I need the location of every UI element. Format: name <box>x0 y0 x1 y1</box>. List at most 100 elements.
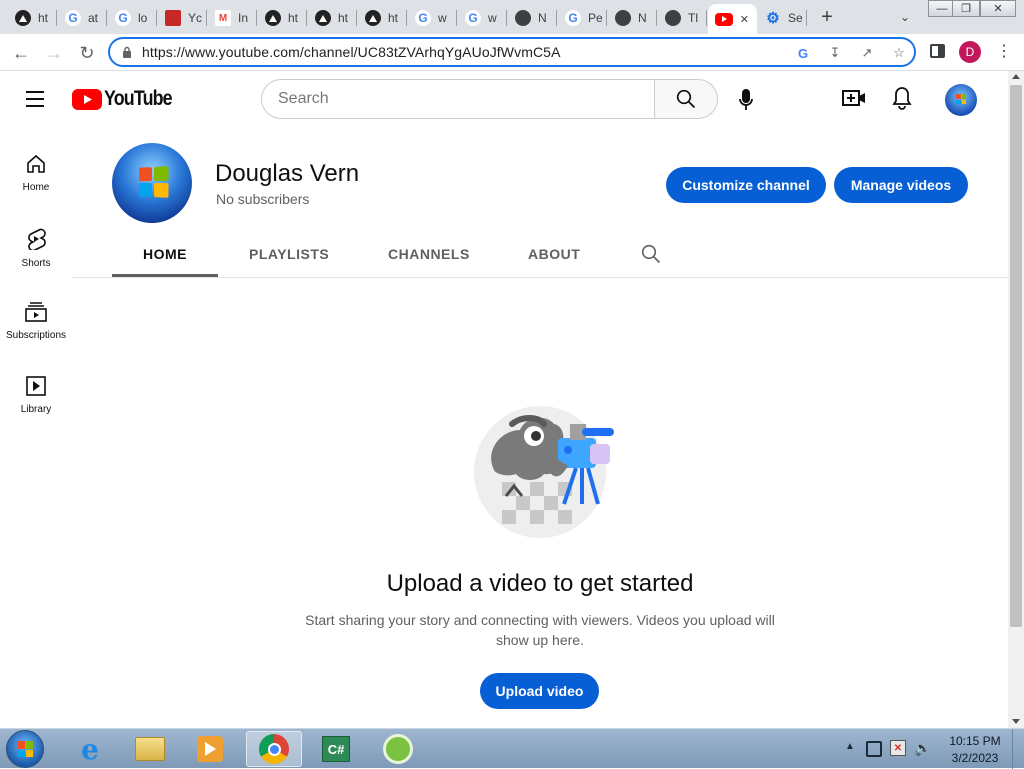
browser-tab[interactable]: N <box>508 4 557 32</box>
address-bar[interactable]: https://www.youtube.com/channel/UC83tZVA… <box>108 37 916 67</box>
volume-icon[interactable]: 🔈 <box>914 740 931 757</box>
browser-tab-title: lo <box>138 11 148 25</box>
windows-logo-icon <box>17 741 33 757</box>
green-app-icon <box>383 734 413 764</box>
browser-tab-title: N <box>638 11 647 25</box>
taskbar-file-explorer[interactable] <box>122 731 178 767</box>
voice-search-button[interactable] <box>730 84 762 116</box>
scroll-down-arrow-icon[interactable] <box>1012 719 1020 724</box>
reload-button[interactable]: ↻ <box>74 40 100 66</box>
close-tab-icon[interactable]: ✕ <box>740 13 749 26</box>
google-icon: G <box>115 10 131 26</box>
tab-search-chevron-icon[interactable]: ⌄ <box>896 8 914 26</box>
manage-videos-button[interactable]: Manage videos <box>834 167 968 203</box>
home-icon <box>27 154 45 173</box>
tabs-divider <box>72 277 1008 278</box>
browser-tab[interactable]: Gat <box>58 4 107 32</box>
install-app-icon[interactable]: ↧ <box>826 44 844 62</box>
taskbar-green-app[interactable] <box>370 731 426 767</box>
notifications-button[interactable] <box>892 86 916 112</box>
clock-date[interactable]: 3/2/2023 <box>945 751 1005 765</box>
taskbar-media-player[interactable] <box>182 731 238 767</box>
gmail-icon: M <box>215 10 231 26</box>
close-window-button[interactable]: ✕ <box>980 0 1016 17</box>
search-box[interactable] <box>261 79 655 119</box>
search-input[interactable] <box>278 90 638 108</box>
channel-search-button[interactable] <box>641 244 663 266</box>
browser-tab-title: Yc <box>188 11 203 25</box>
browser-tab[interactable]: G Pe <box>558 4 607 32</box>
sidebar-item-subscriptions[interactable]: Subscriptions <box>0 288 72 362</box>
create-button[interactable] <box>842 88 866 112</box>
empty-state-description: Start sharing your story and connecting … <box>72 610 1008 650</box>
browser-tab[interactable]: ht <box>308 4 357 32</box>
show-desktop-button[interactable] <box>1012 729 1024 769</box>
profile-avatar[interactable]: D <box>959 41 981 63</box>
show-hidden-icons-button[interactable]: ▲ <box>845 741 855 752</box>
browser-tab[interactable]: M In <box>208 4 257 32</box>
bookmark-star-icon[interactable]: ☆ <box>890 44 908 62</box>
browser-tab[interactable]: Yc <box>158 4 207 32</box>
tab-channels[interactable]: CHANNELS <box>388 246 470 262</box>
clock-time[interactable]: 10:15 PM <box>945 734 1005 748</box>
empty-state-description-line: show up here. <box>496 632 584 648</box>
action-center-icon[interactable]: ✕ <box>890 740 906 756</box>
chrome-icon <box>259 734 289 764</box>
back-button[interactable]: ← <box>8 40 34 66</box>
browser-toolbar: ← → ↻ https://www.youtube.com/channel/UC… <box>0 34 1024 71</box>
start-button[interactable] <box>6 730 44 768</box>
scrollbar-thumb[interactable] <box>1010 85 1022 627</box>
vercel-icon <box>15 10 31 26</box>
browser-tab[interactable]: ⚙ Se <box>758 4 807 32</box>
forward-button[interactable]: → <box>41 40 67 66</box>
browser-tab[interactable]: ht <box>8 4 57 32</box>
settings-gear-icon: ⚙ <box>766 10 780 27</box>
browser-tab-title: Pe <box>588 11 603 25</box>
taskbar-csharp-app[interactable]: C# <box>308 731 364 767</box>
taskbar-chrome[interactable] <box>246 731 302 767</box>
guide-menu-icon[interactable] <box>24 89 46 109</box>
github-icon <box>515 10 531 26</box>
windows-taskbar: e C# ▲ ✕ 🔈 10:15 PM 3/2/2023 <box>0 728 1024 769</box>
chrome-menu-icon[interactable]: ⋮ <box>996 42 1012 62</box>
sidebar-item-home[interactable]: Home <box>0 140 72 214</box>
internet-explorer-icon: e <box>81 732 99 766</box>
vercel-icon <box>265 10 281 26</box>
tab-about[interactable]: ABOUT <box>528 246 580 262</box>
account-avatar[interactable] <box>945 84 977 116</box>
tab-home[interactable]: HOME <box>143 246 187 262</box>
google-lens-icon[interactable]: G <box>794 44 812 62</box>
sidebar-item-shorts[interactable]: Shorts <box>0 214 72 288</box>
browser-tab[interactable]: Gw <box>458 4 507 32</box>
browser-tab-title: N <box>538 11 547 25</box>
browser-tab[interactable]: ht <box>258 4 307 32</box>
browser-tab-title: w <box>488 11 497 25</box>
browser-tab[interactable]: Gw <box>408 4 457 32</box>
sidebar-item-label: Library <box>20 404 52 415</box>
browser-tab[interactable]: ht <box>358 4 407 32</box>
browser-tab[interactable]: ✕ <box>708 4 757 34</box>
youtube-logo-text: YouTube <box>104 87 173 110</box>
search-button[interactable] <box>654 79 718 119</box>
scroll-up-arrow-icon[interactable] <box>1012 74 1020 79</box>
browser-tab[interactable]: Tl <box>658 4 707 32</box>
browser-tab[interactable]: Glo <box>108 4 157 32</box>
sidebar-item-library[interactable]: Library <box>0 362 72 436</box>
share-icon[interactable]: ↗ <box>858 44 876 62</box>
sidepanel-icon[interactable] <box>930 44 945 58</box>
page-scrollbar[interactable] <box>1008 71 1024 728</box>
upload-video-button[interactable]: Upload video <box>480 673 599 709</box>
youtube-logo[interactable]: YouTube <box>72 87 184 110</box>
tab-playlists[interactable]: PLAYLISTS <box>249 246 329 262</box>
network-icon[interactable] <box>866 741 882 757</box>
browser-tab-title: at <box>88 11 99 25</box>
url-text[interactable]: https://www.youtube.com/channel/UC83tZVA… <box>142 44 561 60</box>
youtube-masthead: YouTube <box>0 72 1008 128</box>
taskbar-internet-explorer[interactable]: e <box>62 731 118 767</box>
browser-tab[interactable]: N <box>608 4 657 32</box>
customize-channel-button[interactable]: Customize channel <box>666 167 826 203</box>
restore-button[interactable]: ❐ <box>952 0 980 17</box>
search-icon <box>676 89 696 109</box>
empty-state-illustration <box>472 400 632 545</box>
new-tab-button[interactable]: + <box>816 6 838 28</box>
